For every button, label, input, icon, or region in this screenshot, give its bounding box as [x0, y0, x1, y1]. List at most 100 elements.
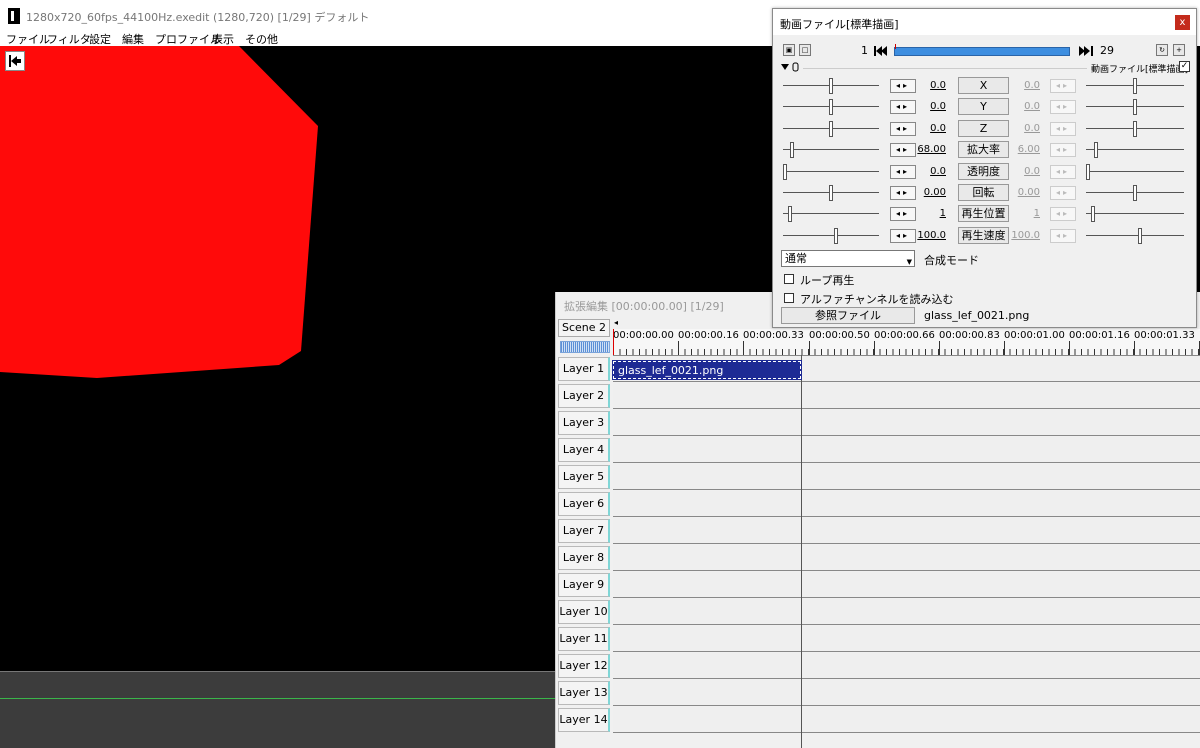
- param-start-value[interactable]: 0.00: [912, 187, 946, 198]
- param-slider-right-thumb[interactable]: [1133, 78, 1137, 94]
- param-slider-left-thumb[interactable]: [829, 185, 833, 201]
- timeline-zoom-meter[interactable]: [560, 341, 610, 353]
- param-end-value[interactable]: 0.0: [1006, 166, 1040, 177]
- layer-track-8[interactable]: [613, 545, 1200, 571]
- layer-label-10[interactable]: Layer 10: [558, 600, 610, 624]
- menu-other[interactable]: その他: [245, 31, 278, 47]
- param-button[interactable]: X: [958, 77, 1009, 94]
- blend-mode-select[interactable]: 通常 ▼: [781, 250, 915, 267]
- param-slider-right-thumb[interactable]: [1133, 185, 1137, 201]
- param-button[interactable]: 回転: [958, 184, 1009, 201]
- param-slider-right-thumb[interactable]: [1133, 99, 1137, 116]
- param-slider-right-thumb[interactable]: [1093, 142, 1098, 159]
- layer-track-14[interactable]: [613, 707, 1200, 733]
- param-button[interactable]: 拡大率: [958, 141, 1009, 159]
- param-slider-right-thumb[interactable]: [1086, 163, 1090, 180]
- layer-track-12[interactable]: [613, 653, 1200, 679]
- param-button[interactable]: Z: [958, 119, 1009, 137]
- param-step-buttons-right[interactable]: ◂▸: [1050, 164, 1076, 179]
- param-end-value[interactable]: 6.00: [1006, 144, 1040, 155]
- param-slider-left[interactable]: [783, 213, 879, 215]
- param-slider-right[interactable]: [1086, 149, 1184, 151]
- param-end-value[interactable]: 0.0: [1006, 80, 1040, 91]
- layer-track-7[interactable]: [613, 518, 1200, 544]
- close-button[interactable]: x: [1175, 15, 1190, 30]
- layer-label-1[interactable]: Layer 1: [558, 357, 610, 381]
- layer-label-2[interactable]: Layer 2: [558, 384, 610, 408]
- reference-file-button[interactable]: 参照ファイル: [781, 307, 915, 324]
- param-start-value[interactable]: 0.0: [912, 166, 946, 177]
- param-end-value[interactable]: 0.00: [1006, 187, 1040, 198]
- param-slider-left-thumb[interactable]: [787, 206, 792, 223]
- layer-label-14[interactable]: Layer 14: [558, 708, 610, 732]
- collapse-icon[interactable]: [781, 62, 801, 74]
- param-start-value[interactable]: 0.0: [912, 80, 946, 91]
- layer-label-12[interactable]: Layer 12: [558, 654, 610, 678]
- playhead-cursor[interactable]: [613, 329, 614, 355]
- layer-track-10[interactable]: [613, 599, 1200, 625]
- param-step-buttons-right[interactable]: ◂▸: [1050, 186, 1076, 200]
- param-step-buttons-right[interactable]: ◂▸: [1050, 79, 1076, 93]
- loop-checkbox[interactable]: [784, 274, 794, 284]
- param-slider-left[interactable]: [783, 149, 879, 151]
- window-icon[interactable]: □: [799, 44, 811, 56]
- param-slider-right-thumb[interactable]: [1137, 227, 1142, 244]
- param-button[interactable]: Y: [958, 98, 1009, 116]
- menu-settings[interactable]: 設定: [89, 31, 111, 47]
- layer-label-7[interactable]: Layer 7: [558, 519, 610, 543]
- param-start-value[interactable]: 1: [912, 208, 946, 219]
- layer-label-13[interactable]: Layer 13: [558, 681, 610, 705]
- refresh-icon[interactable]: ↻: [1156, 44, 1168, 56]
- layer-label-3[interactable]: Layer 3: [558, 411, 610, 435]
- frame-range-bar[interactable]: [894, 44, 1070, 56]
- param-start-value[interactable]: 68.00: [912, 144, 946, 155]
- param-slider-right-thumb[interactable]: [1133, 120, 1137, 137]
- menu-filter[interactable]: フィルタ: [47, 31, 91, 47]
- menu-file[interactable]: ファイル: [6, 31, 50, 47]
- back-to-start-button[interactable]: [5, 51, 25, 71]
- alpha-checkbox[interactable]: [784, 293, 794, 303]
- param-slider-left-thumb[interactable]: [829, 99, 833, 116]
- menu-view[interactable]: 表示: [212, 31, 234, 47]
- param-slider-left-thumb[interactable]: [833, 227, 838, 244]
- menu-edit[interactable]: 編集: [122, 31, 144, 47]
- time-ruler[interactable]: 00:00:00.00 00:00:00.16 00:00:00.33 00:0…: [613, 329, 1200, 356]
- param-slider-left[interactable]: [783, 170, 879, 172]
- param-slider-left[interactable]: [783, 234, 879, 236]
- param-slider-left-thumb[interactable]: [829, 120, 833, 137]
- layer-label-8[interactable]: Layer 8: [558, 546, 610, 570]
- param-slider-right[interactable]: [1086, 213, 1184, 215]
- layer-label-11[interactable]: Layer 11: [558, 627, 610, 651]
- param-slider-left-thumb[interactable]: [829, 78, 833, 94]
- rewind-icon[interactable]: [874, 45, 888, 57]
- timeline-clip[interactable]: glass_lef_0021.png: [612, 360, 802, 380]
- layer-track-6[interactable]: [613, 491, 1200, 517]
- param-step-buttons-right[interactable]: ◂▸: [1050, 100, 1076, 115]
- screen-icon[interactable]: ▣: [783, 44, 795, 56]
- object-enabled-checkbox[interactable]: ✓: [1179, 61, 1190, 72]
- param-slider-right[interactable]: [1086, 170, 1184, 172]
- param-step-buttons-right[interactable]: ◂▸: [1050, 207, 1076, 222]
- layer-track-9[interactable]: [613, 572, 1200, 598]
- param-button[interactable]: 透明度: [958, 162, 1009, 180]
- param-button[interactable]: 再生位置: [958, 205, 1009, 223]
- layer-track-2[interactable]: [613, 383, 1200, 409]
- layer-track-3[interactable]: [613, 410, 1200, 436]
- param-end-value[interactable]: 100.0: [1006, 230, 1040, 241]
- param-step-buttons-right[interactable]: ◂▸: [1050, 121, 1076, 136]
- layer-label-4[interactable]: Layer 4: [558, 438, 610, 462]
- param-end-value[interactable]: 0.0: [1006, 101, 1040, 112]
- param-button[interactable]: 再生速度: [958, 226, 1009, 244]
- layer-label-9[interactable]: Layer 9: [558, 573, 610, 597]
- add-filter-icon[interactable]: +: [1173, 44, 1185, 56]
- scene-selector[interactable]: Scene 2: [558, 319, 610, 337]
- layer-track-11[interactable]: [613, 626, 1200, 652]
- param-start-value[interactable]: 0.0: [912, 123, 946, 134]
- fast-forward-icon[interactable]: [1079, 45, 1093, 57]
- param-step-buttons-right[interactable]: ◂▸: [1050, 143, 1076, 158]
- param-slider-right-thumb[interactable]: [1090, 206, 1095, 223]
- param-slider-left-thumb[interactable]: [783, 163, 787, 180]
- layer-label-6[interactable]: Layer 6: [558, 492, 610, 516]
- layer-label-5[interactable]: Layer 5: [558, 465, 610, 489]
- layer-track-4[interactable]: [613, 437, 1200, 463]
